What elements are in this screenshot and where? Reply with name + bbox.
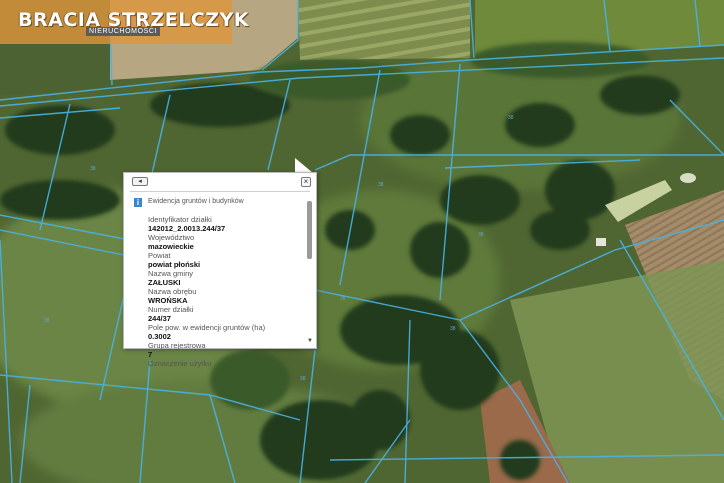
- popup-scrollbar[interactable]: ▼: [307, 201, 313, 344]
- parcel-info-popup: ◂ × i Ewidencja gruntów i budynków Ident…: [123, 172, 317, 368]
- field-label: Powiat: [148, 251, 171, 260]
- field-label: Nazwa obrębu: [148, 287, 197, 296]
- field-label: Województwo: [148, 233, 195, 242]
- field-value: 244/37: [148, 314, 171, 323]
- field-value: 142012_2.0013.244/37: [148, 224, 226, 233]
- field-value: ZAŁUSKI: [148, 278, 181, 287]
- parcel-label: 38: [378, 182, 384, 188]
- scroll-thumb[interactable]: [307, 201, 312, 259]
- field-label: Oznaczenie użytku: [148, 359, 212, 368]
- parcel-label: 38: [44, 318, 50, 324]
- field-label: Nazwa gminy: [148, 269, 194, 278]
- collapse-icon[interactable]: ◂: [132, 177, 148, 186]
- info-icon: i: [134, 198, 142, 207]
- parcel-label: 38: [450, 326, 456, 332]
- field-value: mazowieckie: [148, 242, 194, 251]
- parcel-label: 38: [90, 166, 96, 172]
- close-icon[interactable]: ×: [301, 177, 311, 187]
- logo-tagline: NIERUCHOMOŚCI: [86, 27, 161, 36]
- field-label: Numer działki: [148, 305, 194, 314]
- parcel-label: 38: [508, 115, 514, 121]
- popup-header: i Ewidencja gruntów i budynków: [130, 191, 310, 212]
- brand-logo: BRACIA STRZELCZYK NIERUCHOMOŚCI: [0, 0, 249, 44]
- satellite-map[interactable]: 38 38 38 38 38 38 38 38: [0, 0, 724, 483]
- field-value: 7: [148, 350, 153, 359]
- field-label: Identyfikator działki: [148, 215, 212, 224]
- parcel-label: 38: [300, 376, 306, 382]
- field-value: powiat płoński: [148, 260, 201, 269]
- parcel-details: Identyfikator działki 142012_2.0013.244/…: [148, 215, 298, 368]
- parcel-label: 38: [340, 296, 346, 302]
- popup-header-title: Ewidencja gruntów i budynków: [148, 198, 244, 205]
- field-label: Grupa rejestrowa: [148, 341, 206, 350]
- popup-pointer: [295, 158, 313, 173]
- field-label: Pole pow. w ewidencji gruntów (ha): [148, 323, 266, 332]
- parcel-label: 38: [478, 232, 484, 238]
- field-value: WROŃSKA: [148, 296, 188, 305]
- field-value: 0.3002: [148, 332, 171, 341]
- scroll-down-icon[interactable]: ▼: [307, 338, 313, 344]
